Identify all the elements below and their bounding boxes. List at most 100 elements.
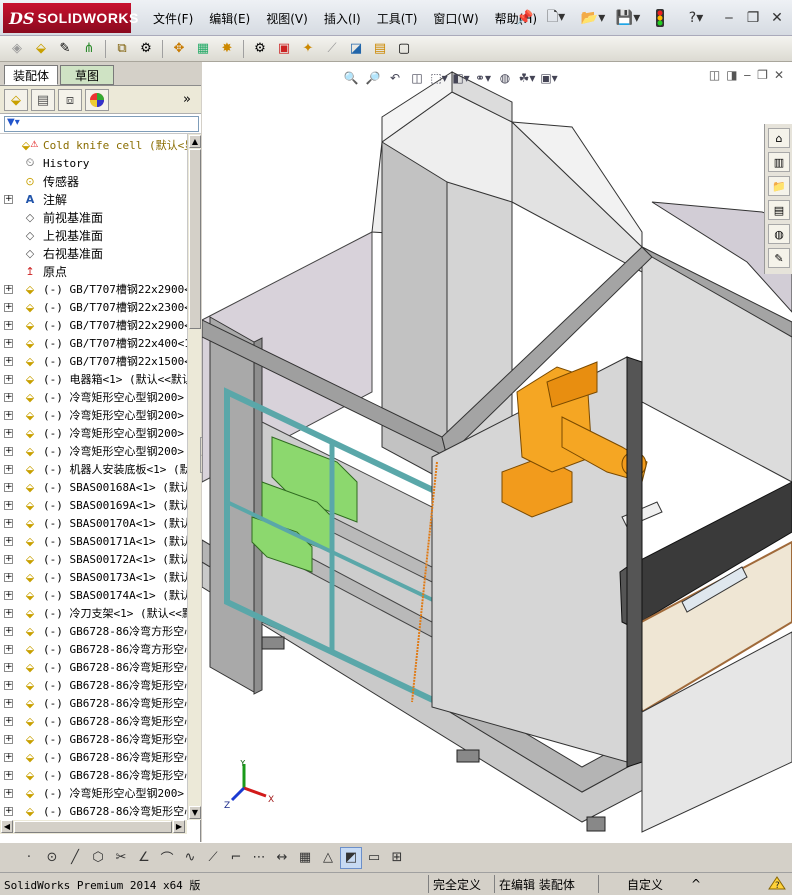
configuration-manager-icon[interactable]: ⧈ [58, 89, 82, 111]
section-view-icon[interactable]: ◫ [408, 69, 426, 87]
split-view-icon[interactable]: ⊞ [386, 847, 408, 869]
smart-dimension-icon[interactable]: ↔ [271, 847, 293, 869]
save-icon[interactable]: 💾▾ [614, 8, 642, 28]
expand-icon[interactable]: + [4, 662, 13, 672]
corner-rectangle-icon[interactable]: ⌐ [225, 847, 247, 869]
expand-icon[interactable]: + [4, 338, 13, 348]
expand-icon[interactable]: + [4, 770, 13, 780]
solidworks-logo[interactable]: DS SOLIDWORKS [3, 3, 138, 33]
arc-icon[interactable]: ⌒ [156, 847, 178, 869]
scroll-thumb[interactable] [189, 149, 201, 329]
assembly-features-icon[interactable]: ▣ [273, 39, 295, 59]
line-icon[interactable]: ╱ [64, 847, 86, 869]
mate-icon[interactable]: ⧉ [111, 39, 133, 59]
scroll-up-icon[interactable]: ▲ [189, 135, 201, 148]
expand-icon[interactable]: + [4, 428, 13, 438]
expand-icon[interactable]: + [4, 716, 13, 726]
zoom-to-area-icon[interactable]: 🔎 [364, 69, 382, 87]
help-icon[interactable]: ?▾ [684, 8, 708, 28]
expand-icon[interactable]: + [4, 410, 13, 420]
tree-item[interactable]: ⬙ ⚠ Cold knife cell (默认<显 [0, 136, 187, 154]
tree-item[interactable]: + ⬙ (-) GB/T707槽钢22x2300< [0, 298, 187, 316]
help-balloon-icon[interactable]: ? [766, 874, 788, 894]
menu-tools[interactable]: 工具(T) [369, 8, 426, 29]
tree-item[interactable]: + ⬙ (-) GB6728-86冷弯矩形空心 [0, 748, 187, 766]
expand-icon[interactable]: + [4, 752, 13, 762]
tab-assembly[interactable]: 装配体 [4, 65, 58, 85]
tree-item[interactable]: + ⬙ (-) 电器箱<1> (默认<<默认 [0, 370, 187, 388]
point-icon[interactable]: · [18, 847, 40, 869]
expand-icon[interactable]: + [4, 788, 13, 798]
expand-icon[interactable]: + [4, 374, 13, 384]
new-part-icon[interactable]: ◈ [6, 39, 28, 59]
menu-file[interactable]: 文件(F) [145, 8, 201, 29]
pin-icon[interactable]: 📌 [516, 8, 534, 28]
appearances-icon[interactable]: ◍ [768, 224, 790, 244]
edit-component-icon[interactable]: ✎ [54, 39, 76, 59]
angle-icon[interactable]: ∠ [133, 847, 155, 869]
menu-view[interactable]: 视图(V) [258, 8, 316, 29]
restore-icon[interactable]: ❐ [746, 8, 760, 28]
zoom-to-fit-icon[interactable]: 🔍 [342, 69, 360, 87]
expand-icon[interactable]: + [4, 734, 13, 744]
tree-item[interactable]: + ⬙ (-) SBAS00171A<1> (默认< [0, 532, 187, 550]
solidworks-resources-icon[interactable]: ⌂ [768, 128, 790, 148]
large-assembly-icon[interactable]: ▤ [369, 39, 391, 59]
component-pattern-icon[interactable]: ⚙ [135, 39, 157, 59]
expand-icon[interactable]: + [4, 626, 13, 636]
expand-icon[interactable]: + [4, 608, 13, 618]
relation-icon[interactable]: △ [317, 847, 339, 869]
tree-item[interactable]: + ⬙ (-) GB/T707槽钢22x400<1 [0, 334, 187, 352]
hscroll-thumb[interactable] [14, 821, 172, 833]
tree-item[interactable]: + ⬙ (-) GB6728-86冷弯方形空心 [0, 640, 187, 658]
panel-more-icon[interactable]: » [183, 92, 191, 107]
tree-vertical-scrollbar[interactable]: ▲ ▼ [187, 134, 201, 820]
expand-icon[interactable]: + [4, 518, 13, 528]
explode-view-icon[interactable]: ✸ [216, 39, 238, 59]
expand-icon[interactable]: + [4, 572, 13, 582]
traffic-light-icon[interactable] [652, 8, 668, 28]
tree-item[interactable]: ◇ 上视基准面 [0, 226, 187, 244]
trim-icon[interactable]: ✂ [110, 847, 132, 869]
tree-item[interactable]: + ⬙ (-) 冷弯矩形空心型钢200> [0, 406, 187, 424]
spline-icon[interactable]: ∿ [179, 847, 201, 869]
tree-item[interactable]: + ⬙ (-) SBAS00168A<1> (默认< [0, 478, 187, 496]
graphics-area[interactable]: 🔍 🔎 ↶ ◫ ⬚▾ ◧▾ ⚭▾ ◍ ☘▾ ▣▾ ◫ ◨ ‒ ❐ ✕ ⌂ ▥ 📁… [202, 62, 792, 842]
tree-item[interactable]: + ⬙ (-) GB6728-86冷弯矩形空心 [0, 766, 187, 784]
previous-view-icon[interactable]: ↶ [386, 69, 404, 87]
tree-item[interactable]: + ⬙ (-) GB6728-86冷弯矩形空心 [0, 712, 187, 730]
tree-item[interactable]: + ⬙ (-) GB/T707槽钢22x2900< [0, 316, 187, 334]
expand-icon[interactable]: + [4, 590, 13, 600]
tree-item[interactable]: + ⬙ (-) GB/T707槽钢22x1500< [0, 352, 187, 370]
view-orientation-icon[interactable]: ⬚▾ [430, 69, 448, 87]
open-part-icon[interactable]: ⬙ [30, 39, 52, 59]
filter-input[interactable]: ▼▾ [4, 116, 199, 132]
tree-item[interactable]: + ⬙ (-) 冷弯矩形空心型钢200> [0, 784, 187, 802]
scroll-left-icon[interactable]: ◀ [1, 820, 13, 833]
interference-check-icon[interactable]: ⚙ [249, 39, 271, 59]
expand-icon[interactable]: + [4, 644, 13, 654]
menu-edit[interactable]: 编辑(E) [201, 8, 258, 29]
tree-item[interactable]: + ⬙ (-) 冷刀支架<1> (默认<<默 [0, 604, 187, 622]
tree-item[interactable]: ◇ 前视基准面 [0, 208, 187, 226]
tree-item[interactable]: + ⬙ (-) SBAS00173A<1> (默认< [0, 568, 187, 586]
insert-component-icon[interactable]: ⋔ [78, 39, 100, 59]
tile-left-icon[interactable]: ◫ [709, 68, 720, 82]
doc-close-icon[interactable]: ✕ [774, 68, 784, 82]
bill-of-materials-icon[interactable]: ⟋ [321, 39, 343, 59]
edit-appearance-icon[interactable]: ◍ [496, 69, 514, 87]
expand-icon[interactable]: + [4, 464, 13, 474]
reference-geometry-icon[interactable]: ✦ [297, 39, 319, 59]
tree-item[interactable]: ◇ 右视基准面 [0, 244, 187, 262]
close-icon[interactable]: ✕ [770, 8, 784, 28]
expand-icon[interactable]: + [4, 320, 13, 330]
tree-item[interactable]: + ⬙ (-) GB6728-86冷弯矩形空心 [0, 730, 187, 748]
expand-icon[interactable]: + [4, 284, 13, 294]
expand-icon[interactable]: + [4, 500, 13, 510]
scroll-down-icon[interactable]: ▼ [189, 806, 201, 819]
expand-icon[interactable]: + [4, 446, 13, 456]
units-custom[interactable]: 自定义 ^ [598, 875, 764, 893]
tree-item[interactable]: + ⬙ (-) GB6728-86冷弯矩形空心 [0, 694, 187, 712]
expand-icon[interactable]: + [4, 482, 13, 492]
centerline-icon[interactable]: ⟋ [202, 847, 224, 869]
